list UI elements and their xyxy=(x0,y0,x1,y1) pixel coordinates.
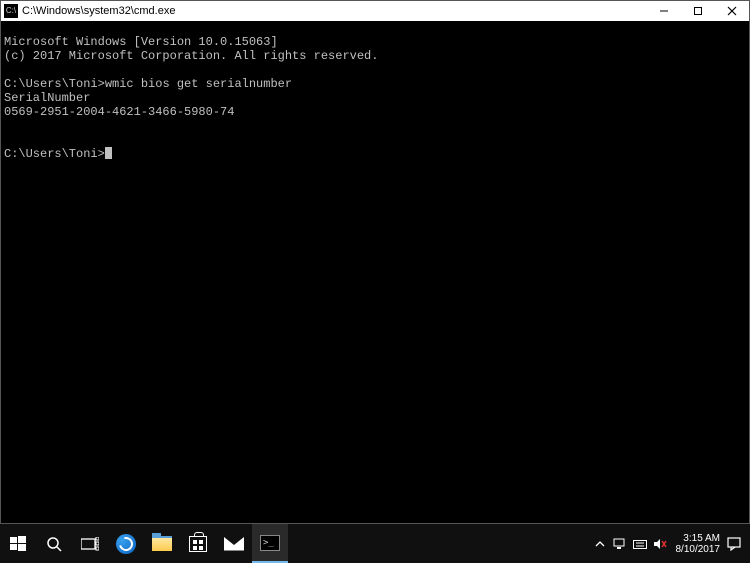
chevron-up-icon xyxy=(595,539,605,549)
volume-muted-icon xyxy=(653,538,667,550)
clock-time: 3:15 AM xyxy=(676,533,721,544)
task-view-icon xyxy=(81,537,99,551)
folder-icon xyxy=(152,536,172,551)
close-icon xyxy=(727,6,737,16)
terminal-prompt: C:\Users\Toni> xyxy=(4,77,105,91)
start-button[interactable] xyxy=(0,524,36,563)
taskbar-left: >_ xyxy=(0,524,288,563)
taskbar: >_ 3:15 AM 8/10/2017 xyxy=(0,524,750,563)
cmd-title-icon: C:\ xyxy=(4,4,18,18)
terminal-output[interactable]: Microsoft Windows [Version 10.0.15063] (… xyxy=(1,21,749,175)
maximize-icon xyxy=(693,6,703,16)
windows-icon xyxy=(10,536,26,552)
minimize-button[interactable] xyxy=(647,1,681,21)
maximize-button[interactable] xyxy=(681,1,715,21)
cursor-icon xyxy=(105,147,112,159)
cmd-icon: >_ xyxy=(260,535,280,551)
tray-volume-button[interactable] xyxy=(650,524,670,563)
search-icon xyxy=(46,536,62,552)
terminal-command: wmic bios get serialnumber xyxy=(105,77,292,91)
tray-overflow-button[interactable] xyxy=(590,524,610,563)
window-title: C:\Windows\system32\cmd.exe xyxy=(22,5,647,17)
desktop-screen: C:\ C:\Windows\system32\cmd.exe Microsof… xyxy=(0,0,750,563)
terminal-line: 0569-2951-2004-4621-3466-5980-74 xyxy=(4,105,234,119)
terminal-line: Microsoft Windows [Version 10.0.15063] xyxy=(4,35,278,49)
notification-icon xyxy=(727,537,741,551)
terminal-prompt: C:\Users\Toni> xyxy=(4,147,105,161)
terminal-line: SerialNumber xyxy=(4,91,90,105)
network-icon xyxy=(613,538,627,550)
edge-button[interactable] xyxy=(108,524,144,563)
cmd-window: C:\ C:\Windows\system32\cmd.exe Microsof… xyxy=(0,0,750,524)
task-view-button[interactable] xyxy=(72,524,108,563)
keyboard-icon xyxy=(633,538,647,550)
terminal-line: (c) 2017 Microsoft Corporation. All righ… xyxy=(4,49,378,63)
mail-icon xyxy=(224,537,244,551)
action-center-button[interactable] xyxy=(724,524,744,563)
file-explorer-button[interactable] xyxy=(144,524,180,563)
store-button[interactable] xyxy=(180,524,216,563)
clock-date: 8/10/2017 xyxy=(676,544,721,555)
taskbar-clock[interactable]: 3:15 AM 8/10/2017 xyxy=(670,533,725,555)
cmd-title-icon-text: C:\ xyxy=(6,7,16,15)
window-buttons xyxy=(647,1,749,21)
edge-icon xyxy=(116,534,136,554)
store-icon xyxy=(189,536,207,552)
cmd-taskbar-button[interactable]: >_ xyxy=(252,524,288,563)
mail-button[interactable] xyxy=(216,524,252,563)
search-button[interactable] xyxy=(36,524,72,563)
tray-network-button[interactable] xyxy=(610,524,630,563)
title-bar[interactable]: C:\ C:\Windows\system32\cmd.exe xyxy=(1,1,749,21)
minimize-icon xyxy=(659,6,669,16)
close-button[interactable] xyxy=(715,1,749,21)
tray-input-button[interactable] xyxy=(630,524,650,563)
system-tray: 3:15 AM 8/10/2017 xyxy=(590,524,750,563)
